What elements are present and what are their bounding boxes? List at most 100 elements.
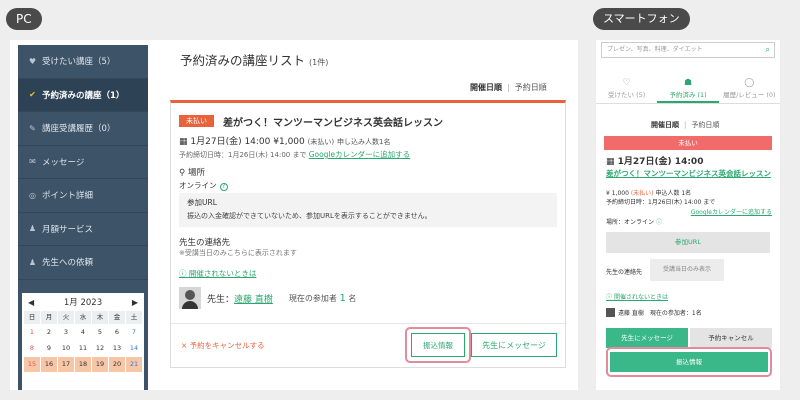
divider — [171, 323, 567, 324]
sidebar-item-wishlist[interactable]: ♥ 受けたい講座（5） — [18, 45, 148, 79]
calendar-day[interactable]: 15 — [24, 357, 40, 372]
calendar-day[interactable]: 9 — [41, 341, 57, 356]
highlight-ring — [606, 347, 772, 377]
people-icon: ♟ — [28, 257, 37, 267]
calendar-day[interactable]: 18 — [75, 357, 91, 372]
calendar-day[interactable]: 13 — [109, 341, 125, 356]
calendar-day[interactable]: 5 — [92, 325, 108, 340]
calendar-day[interactable]: 6 — [109, 325, 125, 340]
teacher-row: 遠藤 直樹 現在の参加者：1名 — [606, 308, 702, 317]
coin-icon: ◎ — [29, 190, 36, 200]
pin-icon: ⚲ — [179, 168, 186, 178]
page-title: 予約済みの講座リスト (1件) — [180, 53, 329, 68]
calendar-day[interactable]: 16 — [41, 357, 57, 372]
message-teacher-button[interactable]: 先生にメッセージ — [471, 333, 557, 357]
participation-url-button[interactable]: 参加URL — [606, 232, 770, 253]
reservation-count: (1件) — [309, 58, 329, 67]
participants: 現在の参加者 1 名 — [288, 292, 357, 304]
sidebar-item-label: 先生への依頼 — [42, 258, 94, 269]
sidebar: ♥ 受けたい講座（5） ✔ 予約済みの講座（1） ✎ 講座受講履歴（0） ✉ メッセージ… — [18, 45, 148, 390]
people-icon: ♟ — [28, 224, 37, 234]
sort-by-reservation-date[interactable]: 予約日順 — [691, 121, 719, 129]
sp-tabs: ♡ 受けたい (5) ☗ 予約済み (1) ◯ 履歴/レビュー (0) — [596, 74, 780, 104]
sort-by-event-date[interactable]: 開催日順 — [651, 121, 679, 129]
weekday: 火 — [58, 311, 74, 324]
sidebar-item-requests[interactable]: ♟ 先生への依頼 — [18, 246, 148, 280]
url-message: 振込の入金確認ができていないため、参加URLを表示することができません。 — [187, 212, 432, 220]
weekday: 金 — [109, 311, 125, 324]
sidebar-item-points[interactable]: ◎ ポイント詳細 — [18, 179, 148, 213]
calendar-day[interactable]: 2 — [41, 325, 57, 340]
search-icon[interactable]: ⌕ — [766, 43, 770, 57]
help-icon[interactable]: ? — [219, 183, 228, 191]
calendar-day[interactable]: 4 — [75, 325, 91, 340]
date-price-line: ▦ 1月27日(金) 14:00 ¥1,000 (未払い) 申し込み人数1名 — [179, 134, 390, 147]
applicants: 申込人数 1名 — [655, 190, 692, 197]
sidebar-item-messages[interactable]: ✉ メッセージ — [18, 146, 148, 179]
not-held-link[interactable]: ⓘ 開催されないときは — [179, 268, 256, 279]
tab-reserved[interactable]: ☗ 予約済み (1) — [657, 74, 719, 103]
place: 場所：オンライン ⓘ — [606, 219, 662, 226]
teacher-row: 先生： 遠藤 直樹 現在の参加者 1 名 — [179, 287, 356, 309]
calendar-day[interactable]: 3 — [58, 325, 74, 340]
tab-wishlist[interactable]: ♡ 受けたい (5) — [596, 74, 657, 103]
lesson-price: ¥1,000 — [273, 137, 305, 147]
sidebar-item-label: ポイント詳細 — [42, 191, 94, 202]
deadline-line: 予約締切日時：1月26日(木) 14:00 まで Googleカレンダーに追加す… — [179, 149, 410, 160]
calendar-day[interactable]: 1 — [24, 325, 40, 340]
not-held-link[interactable]: ⓘ 開催されないときは — [606, 292, 668, 301]
calendar-day[interactable]: 11 — [75, 341, 91, 356]
check-icon: ✔ — [29, 90, 36, 100]
sidebar-item-monthly[interactable]: ♟ 月額サービス — [18, 213, 148, 246]
message-teacher-button[interactable]: 先生にメッセージ — [606, 328, 688, 348]
calendar-day[interactable]: 17 — [58, 357, 74, 372]
sort-by-reservation-date[interactable]: 予約日順 — [515, 83, 547, 92]
calendar-day[interactable]: 14 — [126, 341, 142, 356]
google-calendar-link[interactable]: Googleカレンダーに追加する — [691, 207, 772, 216]
teacher-prefix: 先生： — [207, 294, 235, 305]
calendar-month: 1月 2023 — [63, 298, 103, 308]
tab-history[interactable]: ◯ 履歴/レビュー (0) — [719, 74, 780, 103]
price-line: ¥ 1,000 (未払い) 申込人数 1名 — [606, 190, 692, 197]
weekday: 日 — [24, 311, 40, 324]
place-value: オンライン? — [179, 180, 228, 191]
course-title[interactable]: 差がつく！マンツーマンビジネス英会話レッスン — [223, 114, 443, 129]
prev-month-icon[interactable]: ◀ — [28, 298, 34, 307]
lesson-date: 1月27日(金) 14:00 — [190, 137, 271, 147]
calendar-icon: ☗ — [683, 78, 693, 88]
teacher-avatar — [606, 308, 615, 317]
calendar-day[interactable]: 21 — [126, 357, 142, 372]
deadline: 予約締切日時：1月26日(木) 14:00 まで — [606, 199, 716, 206]
sidebar-item-label: 講座受講履歴（0） — [42, 124, 116, 135]
calendar-day[interactable]: 10 — [58, 341, 74, 356]
smartphone-label: スマートフォン — [593, 8, 690, 30]
search-input[interactable]: プレゼン、写真、料理、ダイエット ⌕ — [601, 42, 775, 58]
pencil-icon: ✎ — [29, 123, 36, 133]
sidebar-item-reserved[interactable]: ✔ 予約済みの講座（1） — [18, 78, 148, 112]
cancel-reservation-button[interactable]: 予約キャンセル — [690, 328, 772, 348]
chat-icon: ◯ — [744, 78, 755, 88]
calendar-day[interactable]: 20 — [109, 357, 125, 372]
help-icon: ⓘ — [179, 269, 187, 278]
course-title-link[interactable]: 差がつく！マンツーマンビジネス英会話レッスン — [606, 168, 771, 179]
sidebar-item-label: 月額サービス — [42, 224, 94, 235]
calendar-day[interactable]: 19 — [92, 357, 108, 372]
calendar-day[interactable]: 12 — [92, 341, 108, 356]
contact-value: 受講当日のみ表示 — [650, 259, 724, 281]
weekday: 土 — [126, 311, 142, 324]
participation-url-box: 参加URL 振込の入金確認ができていないため、参加URLを表示することができませ… — [179, 193, 557, 227]
calendar-day[interactable]: 7 — [126, 325, 142, 340]
lesson-date: ▦ 1月27日(金) 14:00 — [606, 157, 704, 167]
sort-by-event-date[interactable]: 開催日順 — [470, 83, 502, 92]
next-month-icon[interactable]: ▶ — [132, 298, 138, 307]
calendar-grid: 日 月 火 水 木 金 土 1 2 3 4 5 6 7 8 9 10 11 12… — [22, 311, 144, 372]
main-content: 予約済みの講座リスト (1件) 開催日順 | 予約日順 未払い 差がつく！マンツーマン… — [170, 40, 578, 390]
google-calendar-link[interactable]: Googleカレンダーに追加する — [309, 150, 410, 159]
contact-label: 先生の連絡先 — [606, 269, 643, 276]
cancel-reservation-link[interactable]: × 予約をキャンセルする — [181, 340, 265, 351]
calendar-day[interactable]: 8 — [24, 341, 40, 356]
sidebar-item-history[interactable]: ✎ 講座受講履歴（0） — [18, 112, 148, 146]
help-icon[interactable]: ⓘ — [656, 219, 662, 226]
weekday: 月 — [41, 311, 57, 324]
teacher-name-link[interactable]: 遠藤 直樹 — [234, 292, 273, 305]
